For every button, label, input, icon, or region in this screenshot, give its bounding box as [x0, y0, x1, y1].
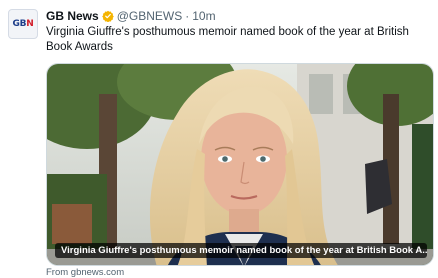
tweet-text: Virginia Giuffre's posthumous memoir nam…: [46, 26, 409, 53]
author-handle[interactable]: @GBNEWS: [117, 9, 183, 23]
tweet-timestamp[interactable]: 10m: [192, 9, 215, 23]
header-separator: ·: [185, 9, 190, 23]
gb-news-logo: GBN: [12, 19, 34, 29]
verified-badge-icon: [101, 10, 114, 22]
gb-news-avatar[interactable]: GBN: [8, 9, 38, 39]
card-source-domain[interactable]: From gbnews.com: [46, 267, 124, 278]
news-photo: [47, 64, 433, 265]
link-card-image[interactable]: Virginia Giuffre's posthumous memoir nam…: [46, 63, 434, 266]
author-name[interactable]: GB News: [46, 9, 99, 23]
card-headline-caption[interactable]: Virginia Giuffre's posthumous memoir nam…: [55, 243, 427, 258]
tweet-header: GB News @GBNEWS · 10m: [46, 8, 216, 24]
